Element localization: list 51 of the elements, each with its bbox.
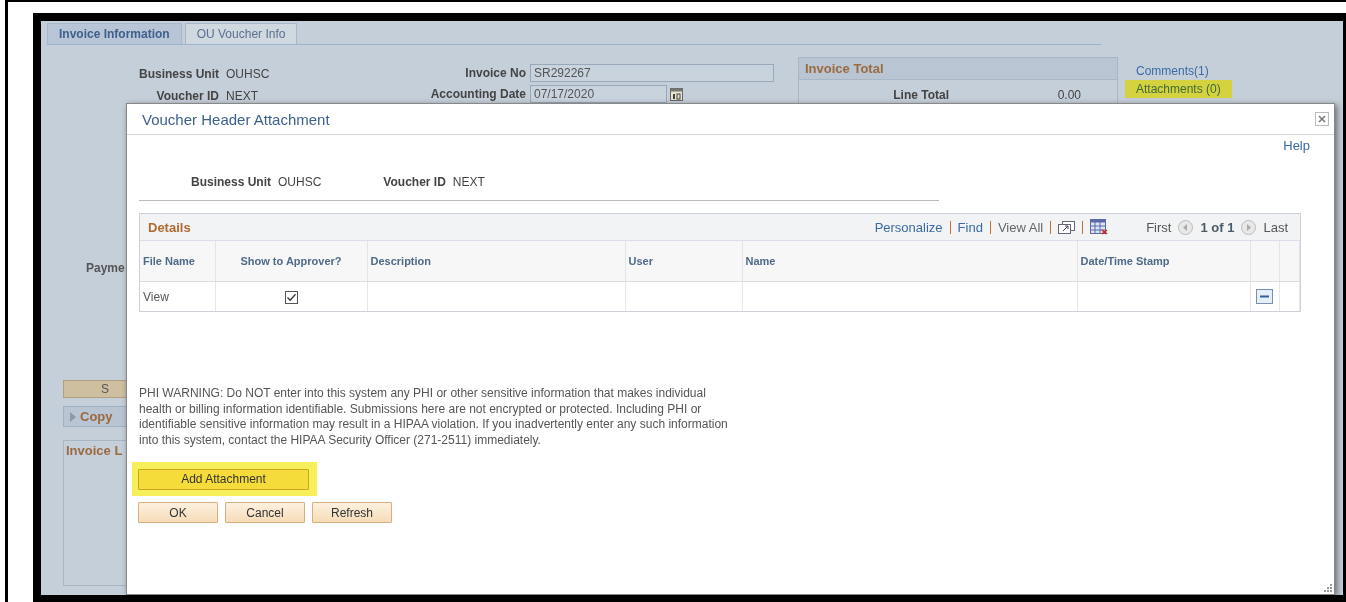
file-link[interactable]: View (140, 281, 215, 311)
field-label: Business Unit (191, 175, 271, 189)
calendar-icon[interactable] (670, 87, 683, 101)
column-header: Show to Approver? (215, 241, 367, 282)
column-header: Description (367, 241, 625, 282)
grid-title: Details (148, 219, 192, 235)
resize-grip-icon[interactable] (1323, 583, 1332, 592)
spreadsheet-icon[interactable] (1090, 219, 1109, 235)
field-label: Invoice No (464, 66, 526, 80)
field-label: Accounting Date (429, 87, 526, 101)
page-tab[interactable]: OU Voucher Info (184, 23, 298, 44)
date-field[interactable]: 07/17/2020 (530, 85, 667, 103)
total-value: 0.00 (1056, 88, 1081, 102)
page-tab[interactable]: Invoice Information (47, 23, 182, 44)
new-window-icon[interactable] (1058, 220, 1076, 234)
close-icon[interactable] (1315, 112, 1329, 126)
delete-row-icon[interactable] (1256, 289, 1273, 305)
field-label: Voucher ID (155, 89, 219, 103)
dialog-title: Voucher Header Attachment (142, 110, 330, 128)
pager-first[interactable]: First (1146, 219, 1172, 235)
grid-link[interactable]: Personalize (874, 219, 943, 235)
field-label: Payme (86, 261, 126, 275)
field-label: Voucher ID (383, 175, 446, 189)
field-label: Business Unit (138, 67, 219, 81)
checkbox[interactable] (284, 290, 298, 304)
column-header: Name (742, 241, 1077, 282)
total-label: Line Total (892, 88, 949, 102)
field-value: OUHSC (278, 175, 322, 189)
pager-last[interactable]: Last (1263, 219, 1288, 235)
link[interactable]: Comments(1) (1125, 62, 1232, 80)
dialog-button[interactable]: Add Attachment (138, 468, 309, 490)
grid-link[interactable]: Find (957, 219, 983, 235)
dialog-button[interactable]: Cancel (225, 502, 305, 523)
field-value: NEXT (226, 89, 259, 103)
page-button[interactable]: S (63, 380, 126, 398)
phi-warning-text: PHI WARNING: Do NOT enter into this system any PHI or other sensitive information that makes individual health or billing information identifiable. Submissions here are not encrypted or protected. Including PHI or identifiable sensitive information may result in a HIPAA violation. If you inadvertently enter any such information into this system, contact the HIPAA Security Officer (271-2511) immediately. (139, 386, 729, 448)
pager-position: 1 of 1 (1200, 219, 1235, 235)
field-value: OUHSC (226, 67, 271, 81)
panel-title: Invoice L (65, 442, 124, 458)
dialog-button[interactable]: Refresh (312, 502, 392, 523)
column-header: Date/Time Stamp (1077, 241, 1250, 282)
collapsible-section-header[interactable]: Copy (63, 406, 126, 427)
expand-triangle-icon (70, 411, 76, 422)
column-header: User (625, 241, 742, 282)
link[interactable]: Attachments (0) (1125, 80, 1232, 98)
input-field[interactable]: SR292267 (530, 64, 774, 82)
help-link[interactable]: Help (1283, 138, 1310, 153)
panel-title: Invoice Total (799, 58, 1117, 80)
field-value: NEXT (452, 175, 485, 189)
column-header: File Name (140, 241, 215, 282)
dialog-button[interactable]: OK (138, 502, 218, 523)
